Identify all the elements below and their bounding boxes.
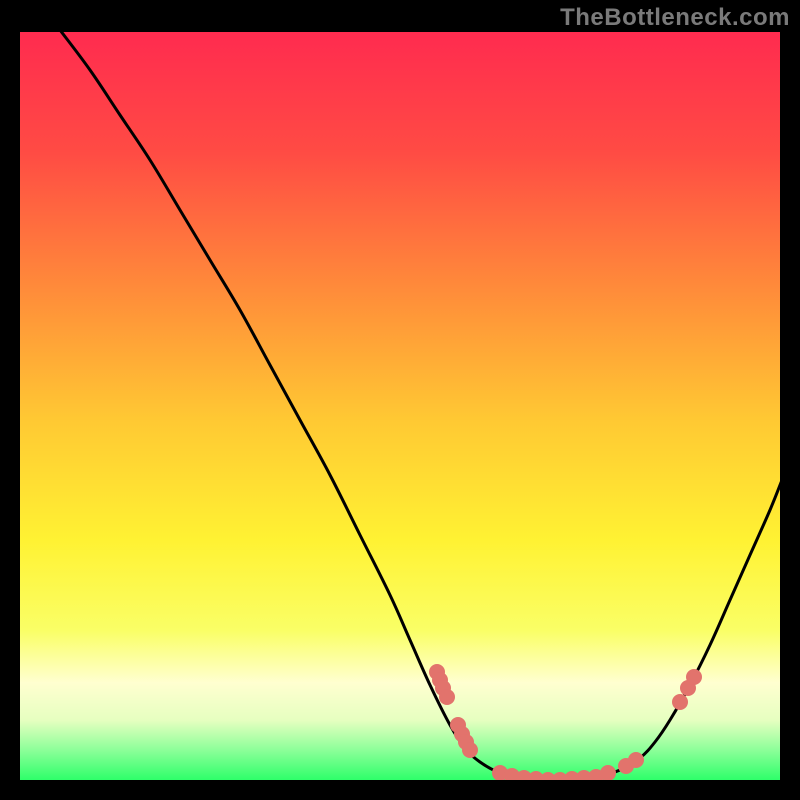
data-point bbox=[600, 765, 616, 781]
data-point bbox=[439, 689, 455, 705]
chart-container: TheBottleneck.com bbox=[0, 0, 800, 800]
chart-svg bbox=[0, 0, 800, 800]
data-point bbox=[628, 752, 644, 768]
watermark-text: TheBottleneck.com bbox=[560, 4, 790, 32]
data-point bbox=[672, 694, 688, 710]
plot-border-right bbox=[780, 0, 800, 800]
data-point bbox=[462, 742, 478, 758]
plot-border-bottom bbox=[0, 780, 800, 800]
plot-background bbox=[20, 32, 780, 780]
plot-border-left bbox=[0, 0, 20, 800]
data-point bbox=[686, 669, 702, 685]
